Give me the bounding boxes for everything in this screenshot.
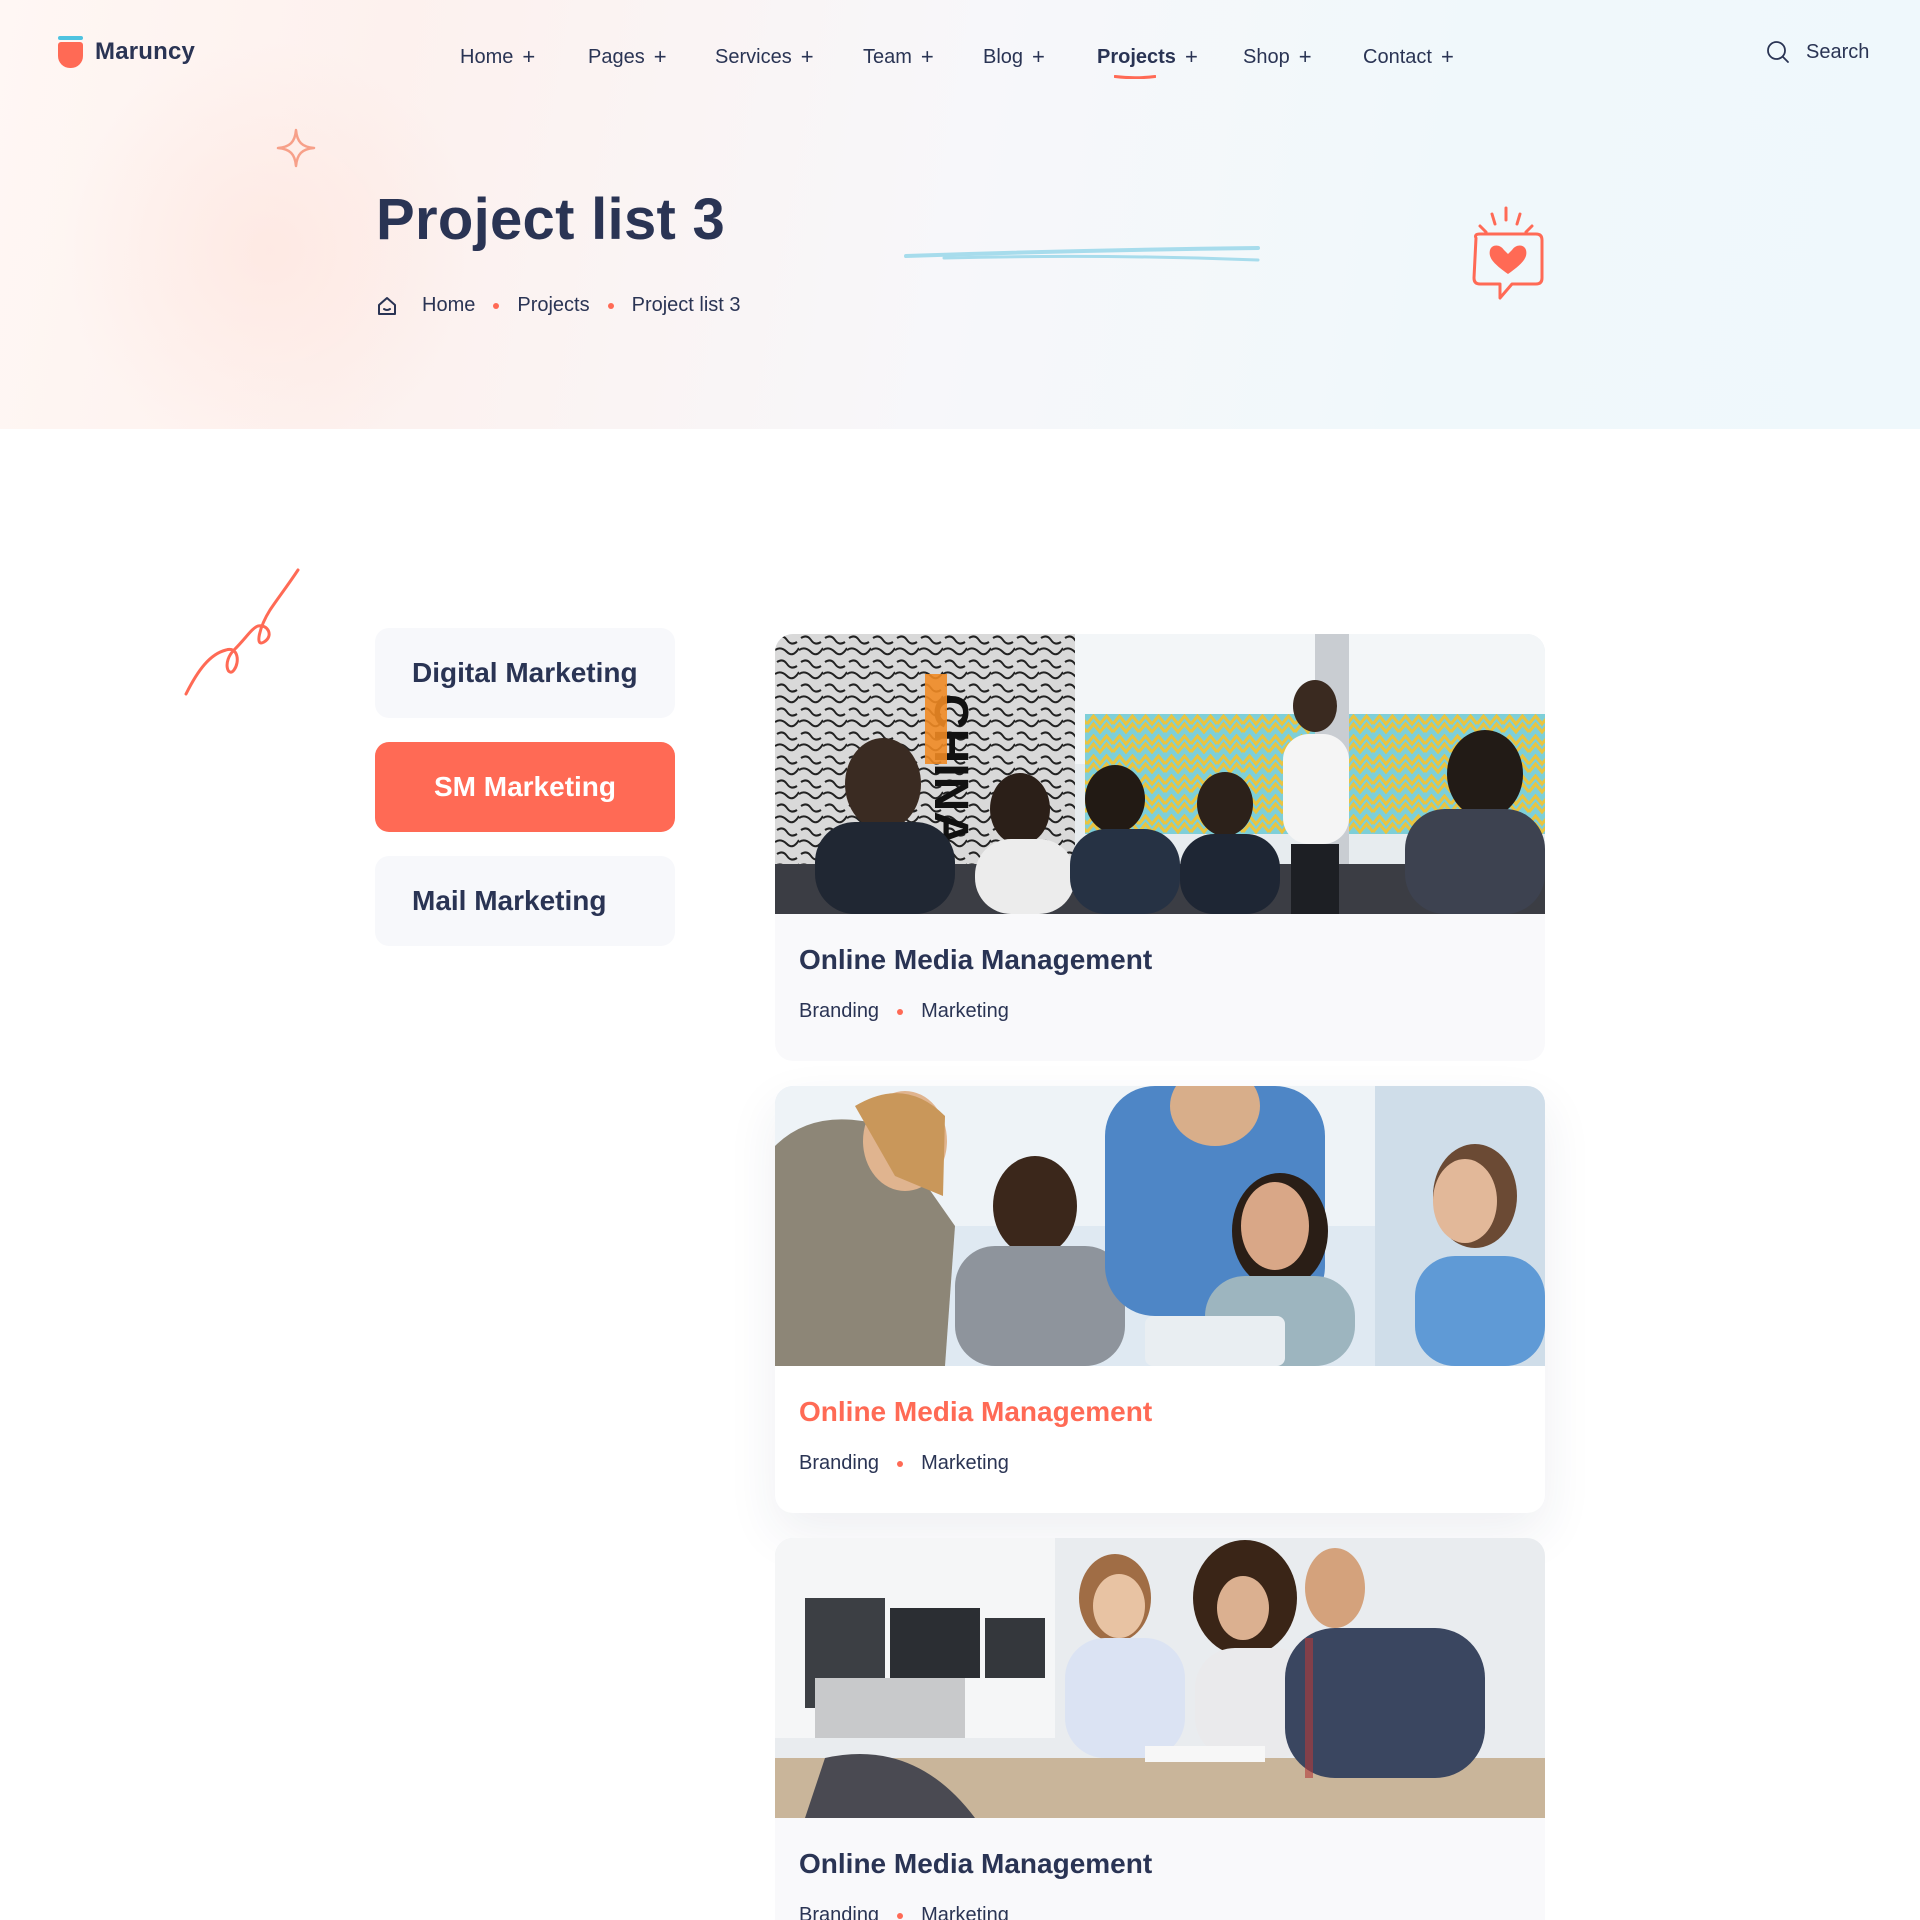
nav-item-label: Pages — [588, 45, 645, 68]
nav-item-team[interactable]: Team + — [863, 44, 934, 70]
plus-icon: + — [522, 44, 536, 69]
project-title[interactable]: Online Media Management — [799, 944, 1152, 976]
project-tags: Branding Marketing — [799, 1904, 1009, 1920]
tag-marketing[interactable]: Marketing — [921, 1000, 1009, 1023]
breadcrumb-current: Project list 3 — [631, 294, 741, 316]
plus-icon: + — [1440, 44, 1454, 69]
nav-item-label: Blog — [983, 45, 1024, 68]
plus-icon: + — [1184, 44, 1198, 69]
nav-item-label: Team — [863, 45, 912, 68]
search-icon — [1767, 41, 1789, 63]
nav-item-label: Shop — [1243, 45, 1290, 68]
search-button[interactable]: Search — [1766, 40, 1869, 64]
nav-item-pages[interactable]: Pages + — [588, 44, 667, 70]
plus-icon: + — [1032, 44, 1045, 69]
plus-icon: + — [920, 44, 934, 69]
breadcrumb: Home Projects Project list 3 — [376, 294, 741, 317]
tag-separator — [897, 1460, 904, 1467]
tag-branding[interactable]: Branding — [799, 1452, 879, 1475]
breadcrumb-separator — [493, 302, 500, 309]
nav-item-services[interactable]: Services + — [715, 44, 814, 70]
breadcrumb-projects[interactable]: Projects — [517, 294, 589, 317]
project-tags: Branding Marketing — [799, 1000, 1009, 1023]
project-image[interactable] — [775, 1538, 1545, 1818]
project-card[interactable]: Online Media Management Branding Marketi… — [775, 1086, 1545, 1513]
plus-icon: + — [800, 44, 814, 69]
category-digital-marketing[interactable]: Digital Marketing — [375, 628, 675, 718]
nav-item-home[interactable]: Home + — [460, 44, 535, 70]
search-label: Search — [1806, 40, 1870, 63]
project-title[interactable]: Online Media Management — [799, 1848, 1152, 1880]
category-mail-marketing[interactable]: Mail Marketing — [375, 856, 675, 946]
breadcrumb-separator — [607, 302, 614, 309]
squiggle-decoration — [184, 568, 300, 696]
sparkle-icon — [276, 128, 316, 168]
nav-item-blog[interactable]: Blog + — [983, 44, 1045, 70]
project-title[interactable]: Online Media Management — [799, 1396, 1152, 1428]
tag-marketing[interactable]: Marketing — [921, 1904, 1009, 1920]
nav-item-label: Services — [715, 45, 792, 68]
chat-heart-icon — [1472, 206, 1544, 300]
project-image[interactable]: CHINA — [775, 634, 1545, 914]
page-title: Project list 3 — [376, 187, 726, 252]
tag-marketing[interactable]: Marketing — [921, 1452, 1009, 1475]
nav-item-contact[interactable]: Contact + — [1363, 44, 1454, 70]
project-card[interactable]: CHINA Online Media Management Branding M… — [775, 634, 1545, 1061]
nav-item-projects[interactable]: Projects + — [1097, 44, 1198, 70]
category-sm-marketing[interactable]: SM Marketing — [375, 742, 675, 832]
plus-icon: + — [1298, 44, 1312, 69]
nav-item-label: Contact — [1363, 45, 1432, 68]
active-nav-underline — [1114, 75, 1156, 79]
nav-item-label: Projects — [1097, 45, 1176, 68]
tag-separator — [897, 1912, 904, 1919]
project-tags: Branding Marketing — [799, 1452, 1009, 1475]
plus-icon: + — [653, 44, 667, 69]
project-image[interactable] — [775, 1086, 1545, 1366]
project-card[interactable]: Online Media Management Branding Marketi… — [775, 1538, 1545, 1920]
main-nav: Home + Pages + Services + Team + Blog + … — [0, 44, 1920, 74]
home-icon[interactable] — [376, 295, 398, 317]
brush-line-decoration — [904, 246, 1260, 262]
breadcrumb-home[interactable]: Home — [422, 294, 475, 317]
tag-branding[interactable]: Branding — [799, 1904, 879, 1920]
tag-branding[interactable]: Branding — [799, 1000, 879, 1023]
nav-item-shop[interactable]: Shop + — [1243, 44, 1312, 70]
tag-separator — [897, 1008, 904, 1015]
nav-item-label: Home — [460, 45, 514, 68]
